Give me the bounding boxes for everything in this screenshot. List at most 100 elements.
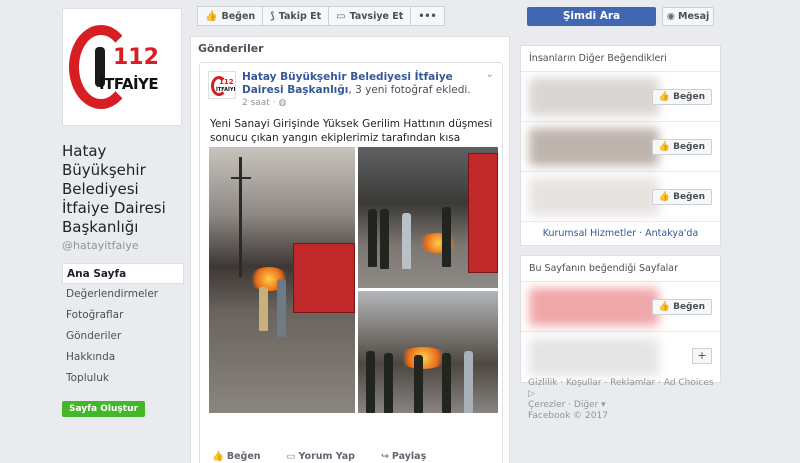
page-title[interactable]: Hatay Büyükşehir Belediyesi İtfaiye Dair… [62, 142, 184, 237]
call-now-button[interactable]: Şimdi Ara [527, 7, 656, 26]
post-like-label: Beğen [226, 451, 261, 462]
create-page-button[interactable]: Sayfa Oluştur [62, 401, 145, 417]
fire-truck [293, 243, 355, 313]
share-icon: ↪ [380, 451, 389, 462]
post-photo-3[interactable] [358, 291, 498, 413]
comment-icon: ▭ [286, 451, 296, 462]
firefighter [442, 207, 451, 267]
thumbs-up-icon: 👍 [212, 451, 224, 462]
suggested-category-link[interactable]: Kurumsal Hizmetler · Antakya'da [521, 222, 720, 245]
logo-number: 112 [113, 45, 159, 70]
post-share-button[interactable]: ↪ Paylaş [381, 451, 426, 462]
firefighter [442, 353, 451, 413]
liked-pages-card: Bu Sayfanın beğendiği Sayfalar 👍 Beğen + [520, 255, 721, 383]
suggested-like-label: Beğen [673, 142, 705, 152]
posts-section: Gönderiler 112 İTFAİYE Hatay Büyükşehir … [190, 36, 510, 463]
suggested-like-button[interactable]: 👍 Beğen [651, 89, 712, 105]
recommend-label: Tavsiye Et [349, 10, 404, 22]
like-page-button[interactable]: 👍 Beğen [197, 6, 264, 26]
liked-pages-title: Bu Sayfanın beğendiği Sayfalar [521, 256, 720, 282]
suggested-page-row: 👍 Beğen [521, 72, 720, 122]
liked-page-blurred[interactable] [529, 338, 659, 376]
nav-item-reviews[interactable]: Değerlendirmeler [62, 284, 184, 305]
avatar-logo-word: İTFAİYE [216, 87, 236, 93]
fire-flame [398, 347, 448, 369]
person [402, 213, 411, 269]
like-page-label: Beğen [221, 10, 256, 22]
firefighter [380, 209, 389, 269]
message-button[interactable]: ◉ Mesaj [662, 7, 714, 26]
suggested-like-label: Beğen [673, 92, 705, 102]
left-column: 112 İTFAİYE Hatay Büyükşehir Belediyesi … [62, 8, 184, 417]
recommend-button[interactable]: ▭ Tavsiye Et [328, 6, 412, 26]
firefighter [366, 351, 375, 413]
chevron-down-icon[interactable]: ⌄ [486, 69, 494, 80]
thumbs-up-icon: 👍 [658, 92, 671, 102]
footer-line-1[interactable]: Gizlilik · Koşullar · Reklamlar · Ad Cho… [528, 378, 718, 400]
post-actions: 👍 Beğen ▭ Yorum Yap ↪ Paylaş [212, 451, 426, 462]
footer-links: Gizlilik · Koşullar · Reklamlar · Ad Cho… [528, 378, 718, 422]
firefighter [259, 287, 268, 331]
nav-item-home[interactable]: Ana Sayfa [62, 263, 184, 284]
post-author-line: Hatay Büyükşehir Belediyesi İtfaiye Dair… [242, 71, 482, 97]
liked-page-row: 👍 Beğen [521, 282, 720, 332]
post-photo-2[interactable] [358, 147, 498, 288]
page-handle[interactable]: @hatayitfaiye [62, 239, 184, 252]
rss-icon: ⟆ [270, 10, 275, 22]
person [277, 279, 286, 337]
thumbs-up-icon: 👍 [658, 192, 671, 202]
suggested-like-button[interactable]: 👍 Beğen [651, 139, 712, 155]
post-meta: 2 saat · ◍ [242, 98, 287, 108]
suggested-like-label: Beğen [673, 192, 705, 202]
logo-word: İTFAİYE [99, 75, 159, 93]
liked-page-row: + [521, 332, 720, 382]
follow-label: Takip Et [278, 10, 322, 22]
nav-item-photos[interactable]: Fotoğraflar [62, 305, 184, 326]
firefighter [368, 209, 377, 267]
post-comment-label: Yorum Yap [298, 451, 355, 462]
nav-item-about[interactable]: Hakkında [62, 347, 184, 368]
people-also-like-card: İnsanların Diğer Beğendikleri 👍 Beğen 👍 Be… [520, 45, 721, 246]
message-label: Mesaj [678, 11, 710, 22]
follow-button[interactable]: ⟆ Takip Et [262, 6, 330, 26]
posts-title: Gönderiler [198, 42, 264, 55]
post-avatar[interactable]: 112 İTFAİYE [208, 71, 236, 99]
suggested-page-blurred[interactable] [529, 178, 659, 216]
liked-page-blurred[interactable] [529, 288, 659, 326]
thumbs-up-icon: 👍 [658, 302, 671, 312]
thumbs-up-icon: 👍 [205, 10, 218, 22]
firefighter [384, 353, 393, 413]
speech-bubble-icon: ▭ [336, 10, 346, 22]
messenger-icon: ◉ [666, 11, 676, 22]
nav-item-posts[interactable]: Gönderiler [62, 326, 184, 347]
profile-picture[interactable]: 112 İTFAİYE [62, 8, 182, 126]
suggested-like-button[interactable]: 👍 Beğen [651, 189, 712, 205]
liked-page-like-button[interactable]: 👍 Beğen [651, 299, 712, 315]
firefighter [414, 355, 423, 413]
fire-truck [468, 153, 498, 273]
more-button[interactable]: ••• [410, 6, 445, 26]
page-nav: Ana Sayfa Değerlendirmeler Fotoğraflar G… [62, 263, 184, 389]
footer-line-2[interactable]: Çerezler · Diğer ▾ [528, 400, 718, 411]
post-comment-button[interactable]: ▭ Yorum Yap [287, 451, 355, 462]
footer-copyright: Facebook © 2017 [528, 411, 608, 421]
post-photo-1[interactable] [209, 147, 355, 413]
globe-icon: ◍ [278, 98, 287, 108]
nav-item-community[interactable]: Topluluk [62, 368, 184, 389]
utility-pole-arm [231, 177, 251, 179]
person [464, 351, 473, 413]
people-also-like-title: İnsanların Diğer Beğendikleri [521, 46, 720, 72]
post-action-text: , 3 yeni fotoğraf ekledi. [348, 84, 471, 96]
more-label: ••• [418, 10, 437, 22]
thumbs-up-icon: 👍 [658, 142, 671, 152]
page-action-bar: 👍 Beğen ⟆ Takip Et ▭ Tavsiye Et ••• [197, 6, 445, 28]
liked-page-like-label: Beğen [673, 302, 705, 312]
suggested-page-blurred[interactable] [529, 128, 659, 166]
suggested-page-blurred[interactable] [529, 78, 659, 116]
avatar-logo-number: 112 [219, 78, 234, 86]
post-like-button[interactable]: 👍 Beğen [212, 451, 261, 462]
suggested-page-row: 👍 Beğen [521, 172, 720, 222]
fire-flame [418, 233, 458, 253]
post-time[interactable]: 2 saat [242, 98, 270, 108]
add-button[interactable]: + [692, 348, 712, 364]
